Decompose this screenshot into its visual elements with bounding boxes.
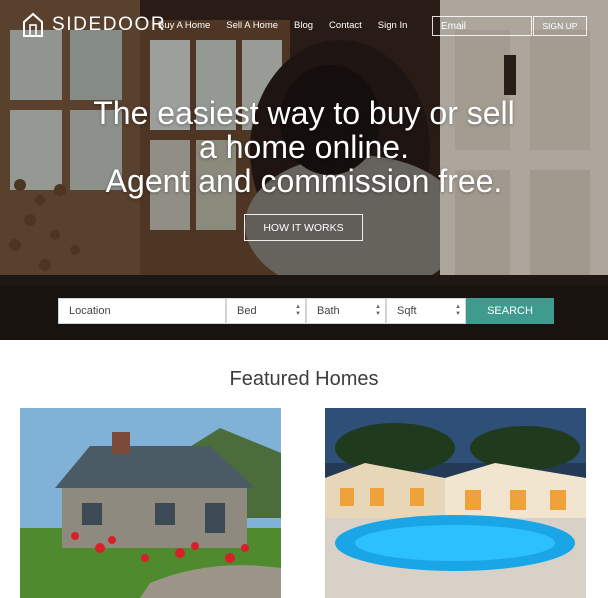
- updown-arrows-icon: ▲ ▼: [455, 304, 461, 317]
- featured-homes-title: Featured Homes: [229, 368, 379, 390]
- sqft-select[interactable]: Sqft ▲ ▼: [386, 298, 466, 324]
- headline-line-2: a home online.: [199, 129, 409, 165]
- featured-home-card-2[interactable]: [325, 408, 586, 598]
- top-nav: SIDEDOOR Buy A Home Sell A Home Blog Con…: [0, 0, 608, 52]
- house-outline-icon: [23, 12, 43, 37]
- search-bar: Location Bed ▲ ▼ Bath ▲ ▼ Sqft ▲ ▼ SEARCH: [58, 298, 554, 324]
- updown-arrows-icon: ▲ ▼: [375, 304, 381, 317]
- stone-cottage-photo: [20, 408, 281, 598]
- nav-links: Buy A Home Sell A Home Blog Contact Sign…: [158, 20, 407, 31]
- updown-arrows-icon: ▲ ▼: [295, 304, 301, 317]
- nav-link-buy[interactable]: Buy A Home: [158, 20, 210, 31]
- nav-link-blog[interactable]: Blog: [294, 20, 313, 31]
- villa-pool-photo: [325, 408, 586, 598]
- search-button[interactable]: SEARCH: [466, 298, 554, 324]
- how-it-works-button[interactable]: HOW IT WORKS: [244, 214, 363, 241]
- nav-link-signin[interactable]: Sign In: [378, 20, 408, 31]
- featured-home-card-1[interactable]: [20, 408, 281, 598]
- signup-button[interactable]: SIGN UP: [533, 16, 587, 36]
- brand-logo[interactable]: SIDEDOOR: [22, 12, 166, 38]
- brand-name: SIDEDOOR: [52, 14, 167, 35]
- bed-label: Bed: [237, 305, 257, 317]
- bath-select[interactable]: Bath ▲ ▼: [306, 298, 386, 324]
- headline-line-1: The easiest way to buy or sell: [93, 95, 515, 131]
- nav-link-contact[interactable]: Contact: [329, 20, 362, 31]
- bed-select[interactable]: Bed ▲ ▼: [226, 298, 306, 324]
- email-input[interactable]: [432, 16, 532, 36]
- location-placeholder: Location: [69, 305, 111, 317]
- hero-headline: The easiest way to buy or sell a home on…: [0, 96, 608, 198]
- nav-link-sell[interactable]: Sell A Home: [226, 20, 278, 31]
- location-input[interactable]: Location: [58, 298, 226, 324]
- bath-label: Bath: [317, 305, 340, 317]
- headline-line-3: Agent and commission free.: [105, 163, 503, 199]
- sqft-label: Sqft: [397, 305, 417, 317]
